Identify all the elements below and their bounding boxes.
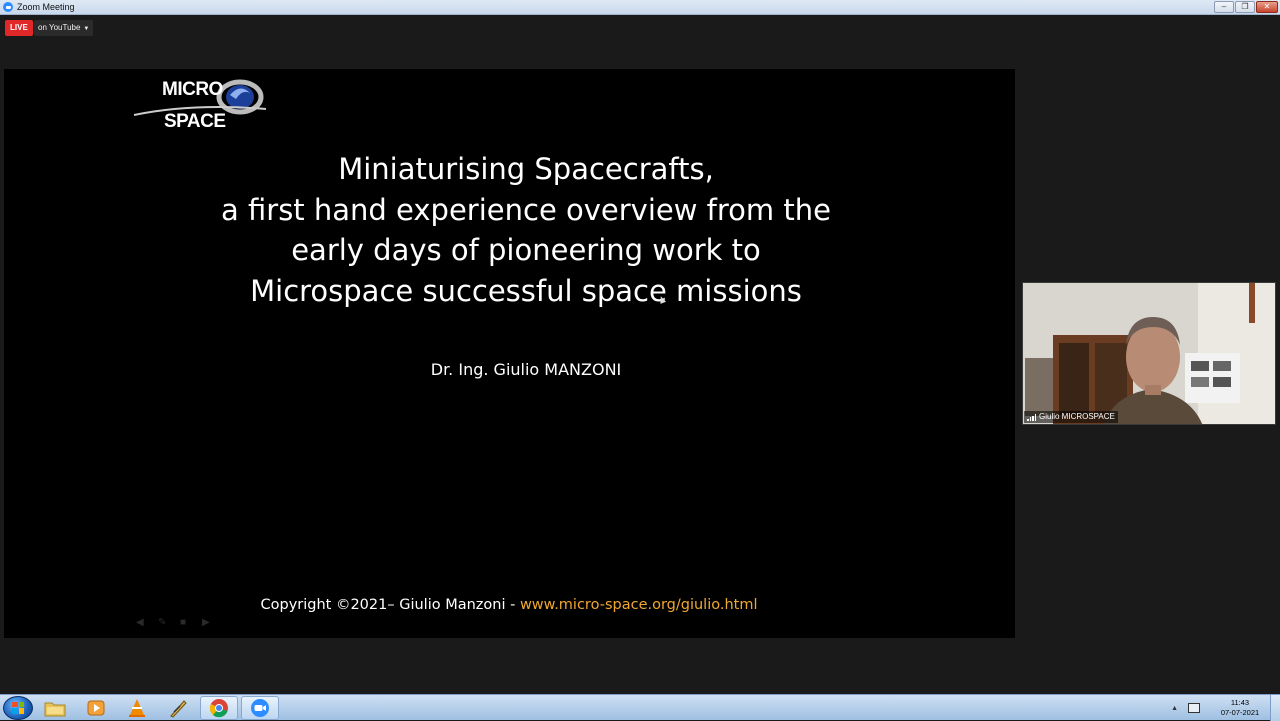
network-icon[interactable] — [1188, 703, 1200, 713]
show-hidden-icons-icon[interactable]: ▲ — [1171, 705, 1178, 712]
taskbar-media-player[interactable] — [77, 696, 115, 720]
media-player-icon — [87, 700, 105, 715]
live-target-dropdown[interactable]: on YouTube ▼ — [34, 20, 94, 36]
window-titlebar[interactable]: Zoom Meeting – ❐ ✕ — [0, 0, 1280, 15]
author-website-link[interactable]: www.micro-space.org/giulio.html — [520, 597, 758, 613]
zoom-icon — [251, 698, 269, 717]
logo-text-space: SPACE — [164, 111, 226, 132]
system-tray: ▲ 11:43 07-07-2021 — [1171, 695, 1280, 721]
zoom-app-icon — [3, 2, 13, 12]
slideshow-controls: ◀ ✎ ■ ▶ — [136, 618, 214, 628]
show-desktop-button[interactable] — [1270, 695, 1280, 721]
previous-slide-icon[interactable]: ◀ — [136, 618, 148, 628]
signal-strength-icon — [1027, 413, 1036, 421]
participant-name-tag: Giulio MICROSPACE — [1024, 411, 1118, 423]
slide-title-line: a first hand experience overview from th… — [221, 192, 831, 227]
slide-title-line: Microspace successful space missions — [250, 273, 802, 308]
slide-menu-icon[interactable]: ■ — [180, 618, 192, 628]
taskbar-clock[interactable]: 11:43 07-07-2021 — [1210, 698, 1270, 718]
slide-title-line: Miniaturising Spacecrafts, — [338, 152, 714, 186]
minimize-button[interactable]: – — [1214, 1, 1234, 13]
logo-text-micro: MICRO — [162, 79, 223, 100]
close-button[interactable]: ✕ — [1256, 1, 1278, 13]
participant-video[interactable]: Giulio MICROSPACE — [1022, 282, 1276, 425]
start-button[interactable] — [3, 695, 33, 720]
taskbar-zoom[interactable] — [241, 695, 279, 720]
live-target-label: on YouTube — [38, 23, 81, 32]
participant-name: Giulio MICROSPACE — [1039, 412, 1115, 421]
restore-button[interactable]: ❐ — [1235, 1, 1255, 13]
slide-author: Dr. Ing. Giulio MANZONI — [430, 360, 622, 379]
windows-taskbar: ▲ 11:43 07-07-2021 — [0, 694, 1280, 721]
folder-icon — [44, 702, 66, 716]
next-slide-icon[interactable]: ▶ — [202, 618, 214, 628]
participant-video-feed — [1023, 283, 1275, 424]
taskbar-explorer[interactable] — [36, 696, 74, 720]
quill-icon — [170, 699, 187, 718]
vlc-cone-icon — [129, 698, 145, 717]
clock-time: 11:43 — [1230, 698, 1250, 707]
taskbar-mail-app[interactable] — [159, 696, 197, 720]
slide-footer: Copyright ©2021– Giulio Manzoni - www.mi… — [4, 597, 1014, 613]
microspace-logo: MICRO SPACE — [132, 75, 274, 133]
slide-title-line: early days of pioneering work to — [291, 233, 761, 267]
slide-title: Miniaturising Spacecrafts, a first hand … — [4, 149, 1048, 311]
taskbar-vlc[interactable] — [118, 696, 156, 720]
chevron-down-icon: ▼ — [83, 26, 90, 32]
clock-date: 07-07-2021 — [1220, 708, 1260, 717]
copyright-text: Copyright ©2021– Giulio Manzoni - — [260, 597, 520, 613]
pen-icon[interactable]: ✎ — [158, 618, 170, 628]
taskbar-chrome[interactable] — [200, 695, 238, 720]
windows-logo-icon — [12, 701, 24, 714]
live-badge[interactable]: LIVE — [5, 20, 33, 36]
chrome-icon — [209, 698, 228, 717]
shared-screen: MICRO SPACE Miniaturising Spacecrafts, a… — [4, 69, 1015, 638]
window-controls: – ❐ ✕ — [1214, 1, 1278, 13]
window-title: Zoom Meeting — [17, 2, 75, 12]
